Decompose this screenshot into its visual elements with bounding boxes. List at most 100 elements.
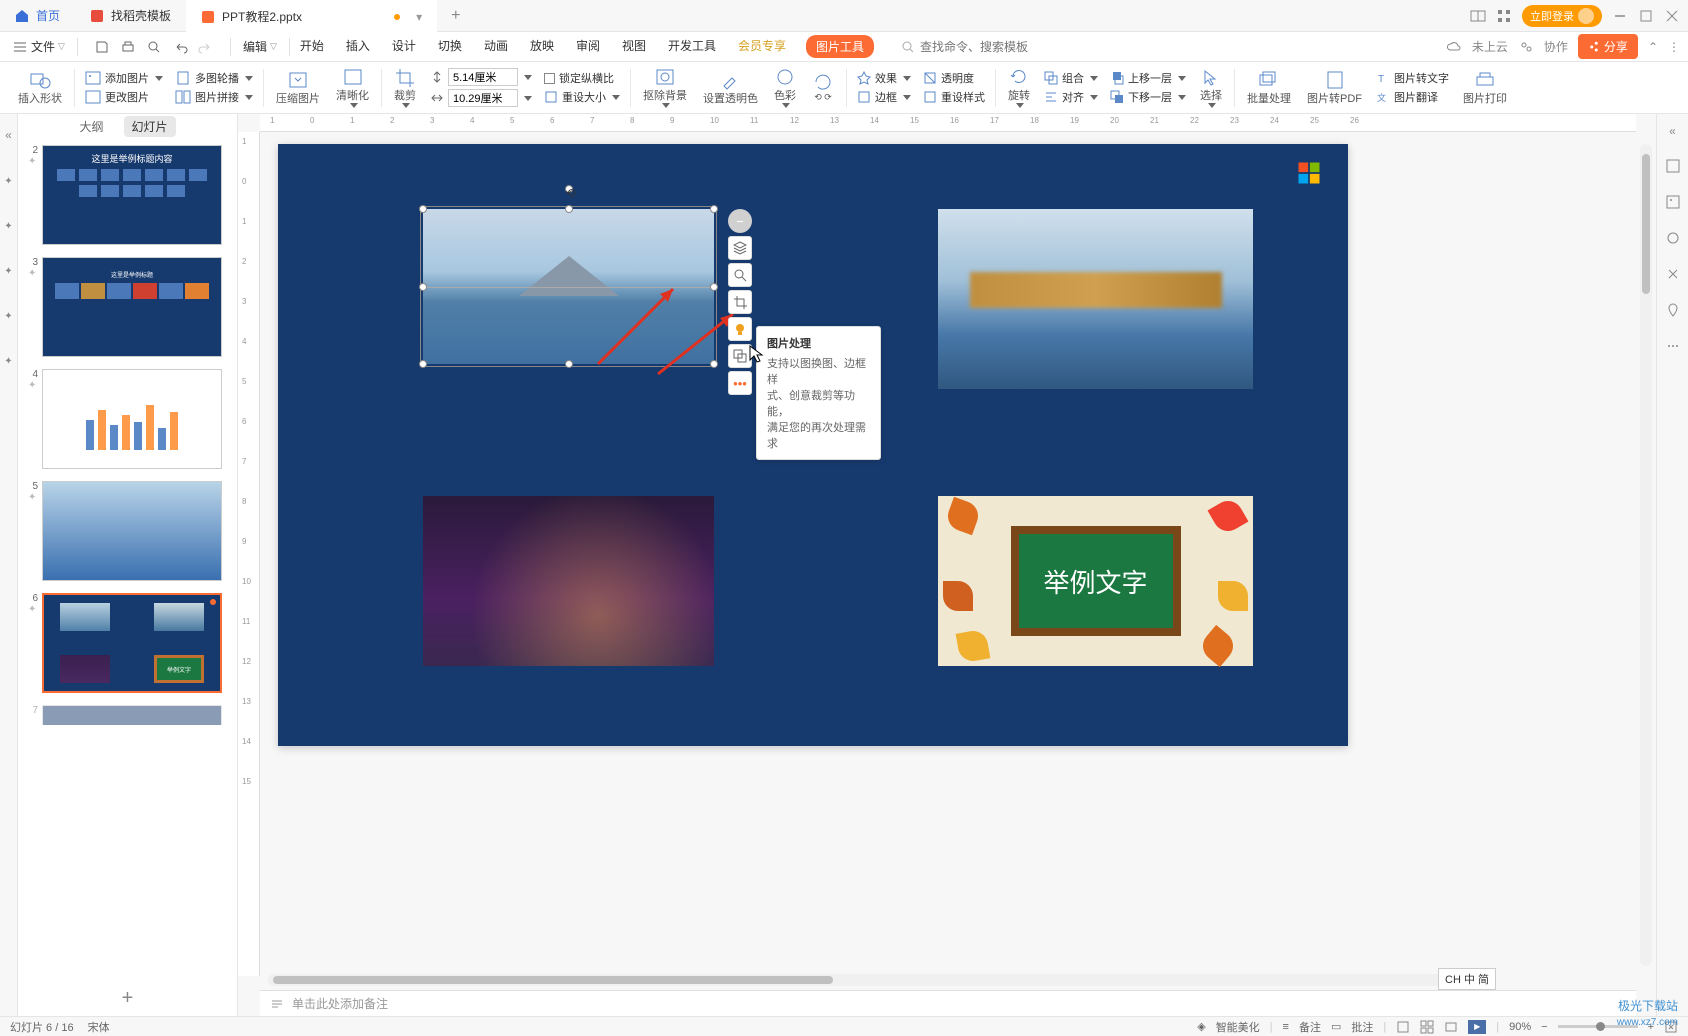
notes-toggle-icon[interactable]: ≡ [1283,1021,1289,1033]
zoom-out-icon[interactable]: − [1541,1021,1547,1033]
btn-pic-join[interactable]: 图片拼接 [175,89,253,105]
tab-member[interactable]: 会员专享 [736,35,788,58]
selected-image[interactable]: ⟲ [423,209,714,364]
maximize-icon[interactable] [1638,8,1654,24]
tab-slideshow[interactable]: 放映 [528,35,556,58]
tab-developer[interactable]: 开发工具 [666,35,718,58]
chevron-left-icon[interactable]: « [5,128,12,142]
float-btn-process[interactable] [728,317,752,341]
image-autumn-lake[interactable] [938,209,1253,389]
image-chalkboard[interactable]: 举例文字 [938,496,1253,666]
btn-compress[interactable]: 压缩图片 [268,70,328,106]
undo-icon[interactable] [172,39,188,55]
thumb-5[interactable]: 5✦ [18,478,237,584]
btn-down-layer[interactable]: 下移一层 [1110,89,1186,105]
tab-transition[interactable]: 切换 [436,35,464,58]
thumb-3[interactable]: 3✦ 这里是举例标题 [18,254,237,360]
panel-tab-outline[interactable]: 大纲 [79,118,103,135]
thumbs-list[interactable]: 2✦ 这里是举例标题内容 3✦ 这里是举例标题 4✦ 5✦ 6✦ [18,138,237,981]
btn-pic2pdf[interactable]: 图片转PDF [1299,70,1370,106]
status-comment[interactable]: 批注 [1351,1019,1373,1035]
view-normal-icon[interactable] [1396,1020,1410,1034]
tab-design[interactable]: 设计 [390,35,418,58]
share-button[interactable]: 分享 [1578,34,1638,59]
btn-insert-shape[interactable]: 插入形状 [10,70,70,106]
command-search[interactable] [900,39,1040,55]
tab-start[interactable]: 开始 [298,35,326,58]
star-icon[interactable]: ✦ [4,221,12,232]
template-panel-icon[interactable] [1665,158,1681,174]
image-panel-icon[interactable] [1665,194,1681,210]
cloud-icon[interactable] [1446,39,1462,55]
scroll-thumb[interactable] [273,976,833,984]
float-btn-crop[interactable] [728,290,752,314]
coop-label[interactable]: 协作 [1544,38,1568,55]
ime-indicator[interactable]: CH 中 简 [1438,968,1496,990]
btn-pic-trans[interactable]: 文图片翻译 [1376,89,1449,105]
float-btn-zoom[interactable] [728,263,752,287]
tab-review[interactable]: 审阅 [574,35,602,58]
btn-reset-size[interactable]: 重设大小 [544,89,620,105]
file-menu[interactable]: 文件 ▽ [8,38,69,55]
login-button[interactable]: 立即登录 [1522,5,1602,27]
float-btn-minus[interactable]: − [728,209,752,233]
scroll-thumb[interactable] [1642,154,1650,294]
status-notes[interactable]: 备注 [1299,1019,1321,1035]
resize-handle-s[interactable] [565,360,573,368]
btn-align[interactable]: 对齐 [1044,89,1098,105]
collapse-icon[interactable]: ⌃ [1648,40,1658,54]
coop-icon[interactable] [1518,39,1534,55]
btn-set-trans[interactable]: 设置透明色 [695,70,766,106]
status-beautify[interactable]: 智能美化 [1216,1019,1260,1035]
thumb-2[interactable]: 2✦ 这里是举例标题内容 [18,142,237,248]
apps-icon[interactable] [1496,8,1512,24]
btn-up-layer[interactable]: 上移一层 [1110,70,1186,86]
print-icon[interactable] [120,39,136,55]
resize-handle-se[interactable] [710,360,718,368]
btn-batch[interactable]: 批量处理 [1239,70,1299,106]
slide-stage[interactable]: ⟲ − ••• 图片处理 支持以图换图、边框样 式、创意裁剪等功能， [278,144,1348,746]
btn-border[interactable]: 边框 [857,89,911,105]
cloud-label[interactable]: 未上云 [1472,38,1508,55]
search-input[interactable] [920,40,1040,54]
minimize-icon[interactable] [1612,8,1628,24]
btn-remove-bg[interactable]: 抠除背景 [635,67,695,108]
tab-animation[interactable]: 动画 [482,35,510,58]
btn-select[interactable]: 选择 [1192,67,1230,108]
resize-handle-e[interactable] [710,283,718,291]
tab-current-file[interactable]: PPT教程2.pptx ▾ [186,0,437,32]
thumb-6[interactable]: 6✦ 举例文字 [18,590,237,696]
settings-panel-icon[interactable] [1665,230,1681,246]
dropdown-icon[interactable]: ▾ [416,10,422,24]
star-icon[interactable]: ✦ [4,176,12,187]
image-city-night[interactable] [423,496,714,666]
star-icon[interactable]: ✦ [4,266,12,277]
beautify-icon[interactable]: ◈ [1197,1020,1205,1033]
tab-home[interactable]: 首页 [0,0,75,32]
tab-templates[interactable]: 找稻壳模板 [75,0,186,32]
new-tab-button[interactable]: + [437,7,474,25]
btn-rotate-quick[interactable]: ⟲ ⟳ [804,72,842,103]
lock-ratio-checkbox[interactable]: 锁定纵横比 [544,70,620,86]
btn-clarity[interactable]: 清晰化 [328,67,377,108]
add-slide-button[interactable]: + [18,981,237,1016]
preview-icon[interactable] [146,39,162,55]
resize-handle-ne[interactable] [710,205,718,213]
tool-panel-icon[interactable] [1665,266,1681,282]
float-btn-layers[interactable] [728,236,752,260]
rotate-handle[interactable]: ⟲ [565,185,573,193]
view-slideshow-icon[interactable]: ▶ [1468,1020,1486,1034]
view-reading-icon[interactable] [1444,1020,1458,1034]
star-icon[interactable]: ✦ [4,311,12,322]
panel-tab-slides[interactable]: 幻灯片 [124,116,176,137]
save-icon[interactable] [94,39,110,55]
close-icon[interactable] [1664,8,1680,24]
btn-change-pic[interactable]: 更改图片 [85,89,163,105]
resize-handle-n[interactable] [565,205,573,213]
float-btn-more[interactable]: ••• [728,371,752,395]
btn-add-pic[interactable]: 添加图片 [85,70,163,86]
window-layout-icon[interactable] [1470,8,1486,24]
btn-pic-print[interactable]: 图片打印 [1455,70,1515,106]
comment-toggle-icon[interactable]: ▭ [1331,1020,1341,1033]
more-icon[interactable]: ⋮ [1668,40,1680,54]
